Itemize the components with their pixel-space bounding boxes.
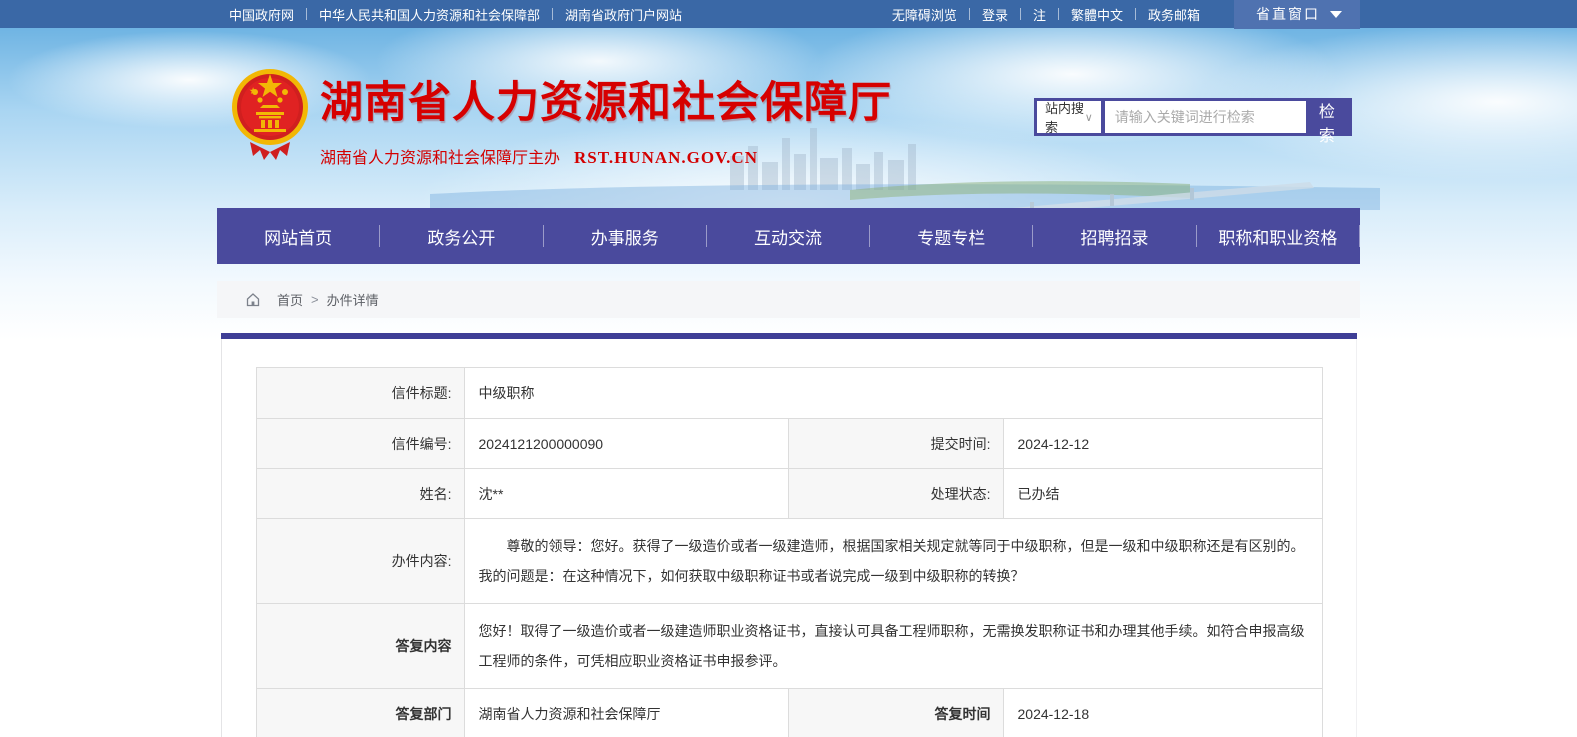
site-title: 湖南省人力资源和社会保障厅 — [320, 68, 892, 130]
breadcrumb: 首页 > 办件详情 — [217, 281, 1360, 318]
breadcrumb-current: 办件详情 — [327, 290, 379, 309]
field-label: 处理状态: — [788, 469, 1003, 519]
field-value: 2024121200000090 — [464, 419, 788, 469]
breadcrumb-separator: > — [311, 292, 319, 307]
top-utility-bar: 中国政府网 中华人民共和国人力资源和社会保障部 湖南省政府门户网站 无障碍浏览 … — [0, 0, 1577, 28]
field-value: 沈** — [464, 469, 788, 519]
link-gov-mail[interactable]: 政务邮箱 — [1136, 5, 1212, 24]
breadcrumb-home-link[interactable]: 首页 — [277, 290, 303, 309]
link-china-gov[interactable]: 中国政府网 — [217, 5, 306, 24]
field-value: 湖南省人力资源和社会保障厅 — [464, 689, 788, 737]
reply-content-text: 您好！取得了一级造价或者一级建造师职业资格证书，直接认可具备工程师职称，无需换发… — [479, 616, 1308, 676]
field-label: 办件内容: — [256, 519, 464, 604]
nav-item-gov-affairs[interactable]: 政务公开 — [380, 224, 542, 249]
site-header: 湖南省人力资源和社会保障厅 湖南省人力资源和社会保障厅主办 RST.HUNAN.… — [217, 28, 1360, 208]
link-traditional-chinese[interactable]: 繁體中文 — [1059, 5, 1135, 24]
primary-nav: 网站首页 政务公开 办事服务 互动交流 专题专栏 招聘招录 职称和职业资格 — [217, 208, 1360, 264]
field-label: 姓名: — [256, 469, 464, 519]
provincial-window-dropdown[interactable]: 省直窗口 — [1234, 0, 1360, 29]
link-mohrss[interactable]: 中华人民共和国人力资源和社会保障部 — [307, 5, 552, 24]
field-value: 您好！取得了一级造价或者一级建造师职业资格证书，直接认可具备工程师职称，无需换发… — [464, 604, 1322, 689]
nav-item-recruitment[interactable]: 招聘招录 — [1033, 224, 1195, 249]
table-row-reply-dept-time: 答复部门 湖南省人力资源和社会保障厅 答复时间 2024-12-18 — [256, 689, 1322, 737]
letter-content-text: 尊敬的领导：您好。获得了一级造价或者一级建造师，根据国家相关规定就等同于中级职称… — [479, 531, 1308, 591]
field-label: 答复部门 — [256, 689, 464, 737]
chevron-down-icon: ∨ — [1085, 111, 1093, 124]
table-row-content: 办件内容: 尊敬的领导：您好。获得了一级造价或者一级建造师，根据国家相关规定就等… — [256, 519, 1322, 604]
provincial-window-label: 省直窗口 — [1256, 4, 1320, 24]
search-button[interactable]: 检 索 — [1306, 98, 1352, 136]
chevron-down-icon — [1330, 11, 1342, 18]
nav-item-services[interactable]: 办事服务 — [544, 224, 706, 249]
nav-item-interaction[interactable]: 互动交流 — [707, 224, 869, 249]
topbar-left-links: 中国政府网 中华人民共和国人力资源和社会保障部 湖南省政府门户网站 — [217, 0, 694, 28]
site-domain: RST.HUNAN.GOV.CN — [574, 148, 758, 168]
search-scope-label: 站内搜索 — [1045, 98, 1085, 136]
site-brand: 湖南省人力资源和社会保障厅 湖南省人力资源和社会保障厅主办 RST.HUNAN.… — [320, 68, 892, 168]
national-emblem-logo[interactable] — [230, 64, 310, 164]
field-value: 2024-12-12 — [1003, 419, 1322, 469]
field-value: 已办结 — [1003, 469, 1322, 519]
field-label: 答复内容 — [256, 604, 464, 689]
field-label: 信件标题: — [256, 368, 464, 419]
field-label: 信件编号: — [256, 419, 464, 469]
nav-item-professional-titles[interactable]: 职称和职业资格 — [1197, 224, 1359, 249]
search-scope-select[interactable]: 站内搜索 ∨ — [1037, 101, 1101, 133]
nav-item-special-topics[interactable]: 专题专栏 — [870, 224, 1032, 249]
letter-detail-panel: 信件标题: 中级职称 信件编号: 2024121200000090 提交时间: … — [221, 339, 1357, 737]
field-label: 提交时间: — [788, 419, 1003, 469]
field-label: 答复时间 — [788, 689, 1003, 737]
divider — [1359, 225, 1360, 247]
table-row-reply-content: 答复内容 您好！取得了一级造价或者一级建造师职业资格证书，直接认可具备工程师职称… — [256, 604, 1322, 689]
topbar-right-links: 无障碍浏览 登录 注 繁體中文 政务邮箱 省直窗口 — [880, 0, 1360, 28]
table-row-name-status: 姓名: 沈** 处理状态: 已办结 — [256, 469, 1322, 519]
field-value: 尊敬的领导：您好。获得了一级造价或者一级建造师，根据国家相关规定就等同于中级职称… — [464, 519, 1322, 604]
site-subtitle: 湖南省人力资源和社会保障厅主办 — [320, 144, 560, 168]
letter-detail-table: 信件标题: 中级职称 信件编号: 2024121200000090 提交时间: … — [256, 367, 1323, 737]
link-register[interactable]: 注 — [1021, 5, 1058, 24]
search-input[interactable] — [1105, 101, 1306, 133]
site-search: 站内搜索 ∨ 检 索 — [1034, 98, 1352, 136]
table-row-title: 信件标题: 中级职称 — [256, 368, 1322, 419]
table-row-number-time: 信件编号: 2024121200000090 提交时间: 2024-12-12 — [256, 419, 1322, 469]
link-hunan-gov-portal[interactable]: 湖南省政府门户网站 — [553, 5, 694, 24]
field-value: 中级职称 — [464, 368, 1322, 419]
home-icon[interactable] — [245, 292, 261, 307]
nav-item-home[interactable]: 网站首页 — [217, 224, 379, 249]
field-value: 2024-12-18 — [1003, 689, 1322, 737]
link-accessibility[interactable]: 无障碍浏览 — [880, 5, 969, 24]
link-login[interactable]: 登录 — [970, 5, 1020, 24]
